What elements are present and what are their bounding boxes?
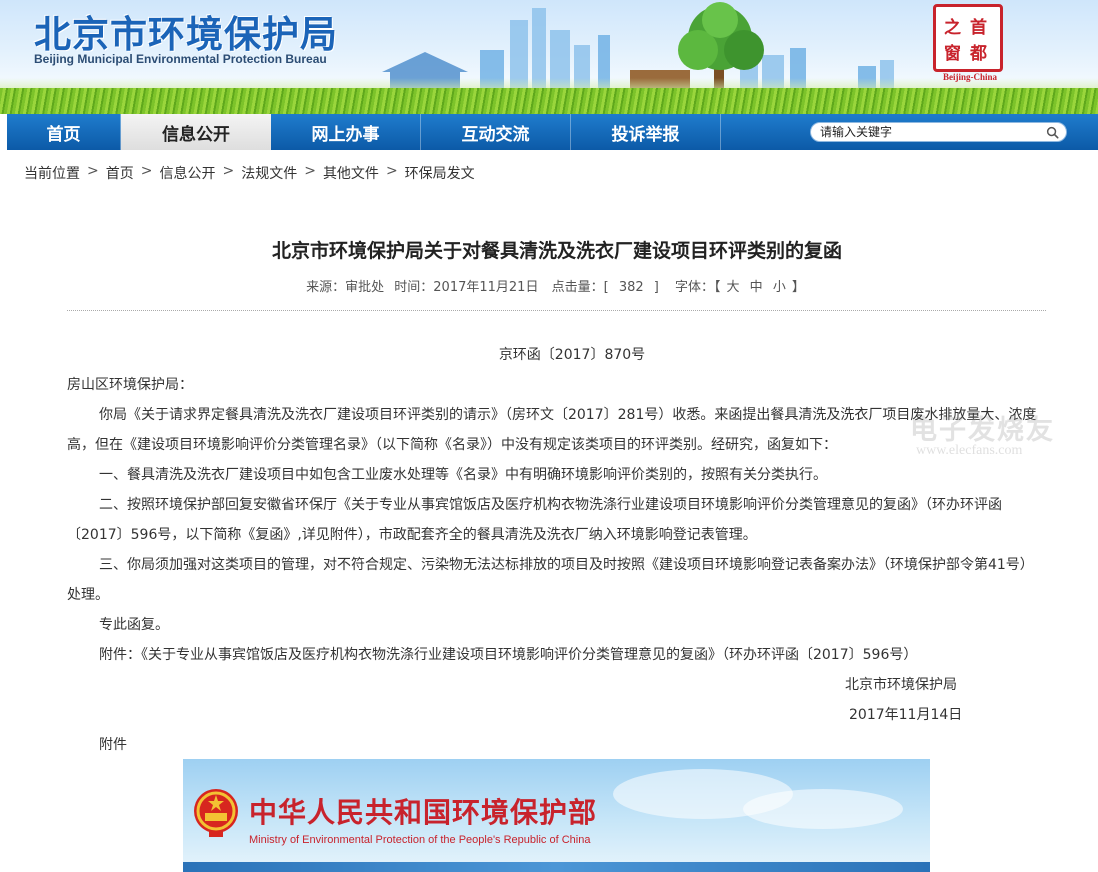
national-emblem-icon [194,789,238,837]
nav-item-interaction[interactable]: 互动交流 [421,114,571,150]
search-input[interactable] [820,125,1040,139]
ministry-title-ch: 中华人民共和国环境保护部 [249,796,598,829]
paragraph: 一、餐具清洗及洗衣厂建设项目中如包含工业废水处理等《名录》中有明确环境影响评价类… [99,467,827,483]
article-body: 京环函〔2017〕870号 房山区环境保护局： 你局《关于请求界定餐具清洗及洗衣… [67,340,1037,760]
article-title: 北京市环境保护局关于对餐具清洗及洗衣厂建设项目环评类别的复函 [271,240,842,262]
breadcrumb-link-other-files[interactable]: 其他文件 [323,163,379,183]
closing-remark: 专此函复。 [99,617,169,633]
attachment-label: 附件 [99,737,127,753]
nav-item-complaints[interactable]: 投诉举报 [571,114,721,150]
meta-source: 来源：审批处 [306,280,385,295]
ministry-title-en: Ministry of Environmental Protection of … [249,834,591,846]
title-divider [67,310,1046,311]
signature-date: 2017年11月14日 [849,707,963,723]
paragraph: 你局《关于请求界定餐具清洗及洗衣厂建设项目环评类别的请示》（房环文〔2017〕2… [67,407,1037,453]
meta-font-label: 字体：【 [675,280,721,295]
search-box [810,122,1067,142]
nav-item-online-services[interactable]: 网上办事 [271,114,421,150]
search-icon[interactable] [1046,126,1059,139]
watermark-url: www.elecfans.com [916,443,1023,458]
breadcrumb-link-info[interactable]: 信息公开 [159,163,215,183]
breadcrumb-separator: > [140,163,153,179]
meta-hits-close: ] [653,280,659,295]
breadcrumb-link-home[interactable]: 首页 [106,163,134,183]
meta-time: 时间：2017年11月21日 [394,280,539,295]
watermark-text: 电子发烧友 [910,415,1055,446]
attachment-image-strip [183,862,930,872]
breadcrumb-separator: > [304,163,316,179]
breadcrumb: 当前位置 > 首页 > 信息公开 > 法规文件 > 其他文件 > 环保局发文 [24,163,475,183]
paragraph: 二、按照环境保护部回复安徽省环保厅《关于专业从事宾馆饭店及医疗机构衣物洗涤行业建… [67,497,1002,543]
seal-char: 首 [970,18,987,38]
meta-font-size: 字体：【大 中 小】 [672,280,808,295]
font-size-medium-link[interactable]: 中 [750,280,763,295]
doc-number: 京环函〔2017〕870号 [498,347,646,363]
attachment-image: 中华人民共和国环境保护部 Ministry of Environmental P… [183,759,930,872]
breadcrumb-separator: > [385,163,398,179]
addressee: 房山区环境保护局： [67,377,193,393]
breadcrumb-link-regulations[interactable]: 法规文件 [241,163,297,183]
signature: 北京市环境保护局 [845,677,957,693]
nav-item-info-disclosure[interactable]: 信息公开 [121,114,271,150]
font-size-small-link[interactable]: 小 [773,280,786,295]
breadcrumb-separator: > [222,163,235,179]
capital-window-seal-logo[interactable]: 首 都 之 窗 [933,4,1003,72]
banner-grass [0,88,1098,114]
breadcrumb-separator: > [87,163,99,179]
cloud-decoration [743,789,903,829]
meta-hits-label: 点击量：[ [551,280,609,295]
seal-char: 之 [944,18,961,38]
seal-caption: Beijing-China [942,72,997,82]
nav-item-home[interactable]: 首页 [7,114,121,150]
site-title: 北京市环境保护局 [34,13,338,56]
meta-font-close: 】 [791,280,805,295]
attachment-reference: 附件：《关于专业从事宾馆饭店及医疗机构衣物洗涤行业建设项目环境影响评价分类管理意… [99,647,918,663]
meta-hits-count: 382 [618,280,644,295]
site-banner: 北京市环境保护局 Beijing Municipal Environmental… [0,0,1098,114]
seal-char: 都 [970,44,987,64]
article-meta: 来源：审批处 时间：2017年11月21日 点击量：[ 382 ] 字体：【大 … [0,276,1098,295]
font-size-large-link[interactable]: 大 [727,280,740,295]
meta-hits: 点击量：[ 382 ] [549,280,662,295]
seal-char: 窗 [944,44,961,64]
breadcrumb-prefix: 当前位置 [24,166,80,182]
paragraph: 三、你局须加强对这类项目的管理，对不符合规定、污染物无法达标排放的项目及时按照《… [67,557,1034,603]
main-nav: 首页 信息公开 网上办事 互动交流 投诉举报 [7,114,1098,150]
site-subtitle-en: Beijing Municipal Environmental Protecti… [34,52,327,66]
breadcrumb-link-bureau-docs[interactable]: 环保局发文 [405,163,475,183]
